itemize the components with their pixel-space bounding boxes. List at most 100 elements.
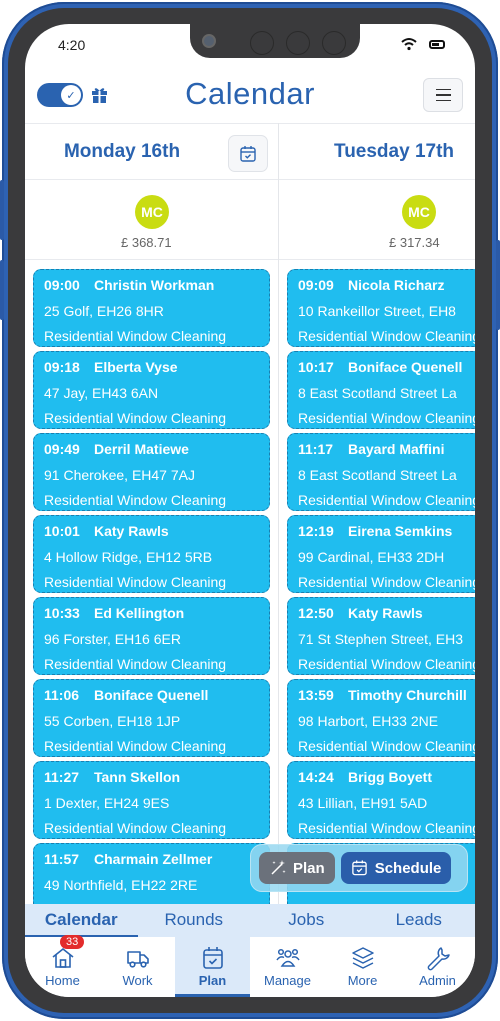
- job-service: Residential Window Cleaning: [298, 820, 475, 836]
- job-address: 96 Forster, EH16 6ER: [44, 631, 181, 647]
- calendar-check-icon: [202, 947, 223, 969]
- day-title: Monday 16th: [63, 141, 181, 162]
- hamburger-line: [435, 99, 451, 102]
- job-customer: Eirena Semkins: [348, 523, 453, 539]
- day-column: Monday 16th MC £ 368.71 09:00 Christin W…: [25, 123, 279, 997]
- job-card[interactable]: 10:01 Katy Rawls 4 Hollow Ridge, EH12 5RB…: [33, 515, 270, 593]
- job-address: 8 East Scotland Street La: [298, 467, 457, 483]
- job-time: 11:57: [44, 851, 80, 867]
- job-card[interactable]: 12:19 Eirena Semkins 99 Cardinal, EH33 2D…: [287, 515, 475, 593]
- job-card[interactable]: 14:24 Brigg Boyett 43 Lillian, EH91 5AD R…: [287, 761, 475, 839]
- nav-work[interactable]: Work: [100, 937, 175, 997]
- job-time: 11:06: [44, 687, 80, 703]
- sensor: [250, 31, 274, 55]
- job-address: 71 St Stephen Street, EH3: [298, 631, 463, 647]
- nav-label: Plan: [198, 973, 227, 988]
- calendar-check-icon: [351, 860, 367, 876]
- job-customer: Christin Workman: [94, 277, 215, 293]
- day-total: £ 317.34: [389, 235, 440, 250]
- job-card[interactable]: 11:06 Boniface Quenell 55 Corben, EH18 1J…: [33, 679, 270, 757]
- job-time: 09:00: [44, 277, 80, 293]
- job-time: 10:17: [298, 359, 334, 375]
- job-card[interactable]: 10:17 Boniface Quenell 8 East Scotland St…: [287, 351, 475, 429]
- job-service: Residential Window Cleaning: [298, 738, 475, 754]
- users-icon: [275, 948, 300, 967]
- phone-side-button: [496, 240, 500, 330]
- job-time: 09:49: [44, 441, 80, 457]
- job-address: 99 Cardinal, EH33 2DH: [298, 549, 445, 565]
- job-customer: Katy Rawls: [94, 523, 169, 539]
- page-title: Calendar: [185, 76, 315, 111]
- nav-more[interactable]: More: [325, 937, 400, 997]
- tab-rounds[interactable]: Rounds: [138, 904, 251, 937]
- sensor: [286, 31, 310, 55]
- job-customer: Tann Skellon: [94, 769, 181, 785]
- job-service: Residential Window Cleaning: [298, 656, 475, 672]
- magic-wand-icon: [271, 860, 286, 875]
- job-service: Residential Window Cleaning: [298, 492, 475, 508]
- job-time: 12:19: [298, 523, 334, 539]
- job-address: 98 Harbort, EH33 2NE: [298, 713, 439, 729]
- job-service: Residential Window Cleaning: [44, 492, 227, 508]
- hamburger-line: [435, 88, 451, 91]
- job-address: 1 Dexter, EH24 9ES: [44, 795, 170, 811]
- job-time: 09:09: [298, 277, 334, 293]
- tab-calendar[interactable]: Calendar: [25, 904, 138, 937]
- tab-leads[interactable]: Leads: [363, 904, 476, 937]
- nav-home[interactable]: 33 Home: [25, 935, 100, 997]
- hamburger-line: [435, 94, 451, 96]
- job-service: Residential Window Cleaning: [44, 410, 227, 426]
- job-card[interactable]: 11:27 Tann Skellon 1 Dexter, EH24 9ES Res…: [33, 761, 270, 839]
- job-card[interactable]: 09:00 Christin Workman 25 Golf, EH26 8HR …: [33, 269, 270, 347]
- job-customer: Elberta Vyse: [94, 359, 178, 375]
- floating-action-bar: Plan Schedule: [250, 844, 468, 892]
- phone-side-button: [0, 180, 4, 240]
- day-schedule-button[interactable]: [228, 135, 268, 172]
- sub-tab-bar: Calendar Rounds Jobs Leads: [25, 904, 475, 937]
- screen: 4:20 ✓ Calendar Monday 16th MC £ 368.71 …: [25, 24, 475, 997]
- nav-label: Work: [122, 973, 153, 988]
- job-time: 12:50: [298, 605, 334, 621]
- job-card[interactable]: 09:18 Elberta Vyse 47 Jay, EH43 6AN Resid…: [33, 351, 270, 429]
- job-time: 13:59: [298, 687, 334, 703]
- job-address: 10 Rankeillor Street, EH8: [298, 303, 456, 319]
- job-card[interactable]: 13:59 Timothy Churchill 98 Harbort, EH33 …: [287, 679, 475, 757]
- wifi-icon: [401, 38, 417, 51]
- nav-label: Admin: [419, 973, 456, 988]
- tab-jobs[interactable]: Jobs: [250, 904, 363, 937]
- job-service: Residential Window Cleaning: [44, 574, 227, 590]
- job-card[interactable]: 09:09 Nicola Richarz 10 Rankeillor Street…: [287, 269, 475, 347]
- truck-icon: [126, 951, 149, 968]
- menu-button[interactable]: [423, 78, 463, 112]
- job-service: Residential Window Cleaning: [44, 328, 227, 344]
- schedule-button[interactable]: Schedule: [340, 852, 452, 884]
- job-address: 47 Jay, EH43 6AN: [44, 385, 159, 401]
- nav-label: Manage: [264, 973, 311, 988]
- job-customer: Brigg Boyett: [348, 769, 432, 785]
- app-header: ✓ Calendar: [25, 72, 475, 122]
- job-time: 10:01: [44, 523, 80, 539]
- day-summary: MC £ 317.34: [279, 180, 475, 260]
- job-address: 49 Northfield, EH22 2RE: [44, 877, 198, 893]
- plan-button[interactable]: Plan: [259, 852, 335, 884]
- job-card[interactable]: 09:49 Derril Matiewe 91 Cherokee, EH47 7A…: [33, 433, 270, 511]
- job-card[interactable]: 12:50 Katy Rawls 71 St Stephen Street, EH…: [287, 597, 475, 675]
- job-card[interactable]: 10:33 Ed Kellington 96 Forster, EH16 6ER …: [33, 597, 270, 675]
- schedule-label: Schedule: [374, 859, 442, 877]
- job-customer: Katy Rawls: [348, 605, 423, 621]
- job-time: 11:27: [44, 769, 80, 785]
- job-service: Residential Window Cleaning: [298, 410, 475, 426]
- avatar[interactable]: MC: [135, 195, 169, 229]
- job-service: Residential Window Cleaning: [44, 820, 227, 836]
- job-address: 8 East Scotland Street La: [298, 385, 457, 401]
- avatar[interactable]: MC: [402, 195, 436, 229]
- wrench-icon: [427, 947, 450, 971]
- nav-manage[interactable]: Manage: [250, 937, 325, 997]
- plan-label: Plan: [293, 859, 325, 877]
- nav-admin[interactable]: Admin: [400, 937, 475, 997]
- day-header: Monday 16th: [25, 123, 278, 180]
- job-address: 55 Corben, EH18 1JP: [44, 713, 181, 729]
- nav-plan[interactable]: Plan: [175, 937, 250, 997]
- day-title: Tuesday 17th: [334, 141, 455, 162]
- job-card[interactable]: 11:17 Bayard Maffini 8 East Scotland Stre…: [287, 433, 475, 511]
